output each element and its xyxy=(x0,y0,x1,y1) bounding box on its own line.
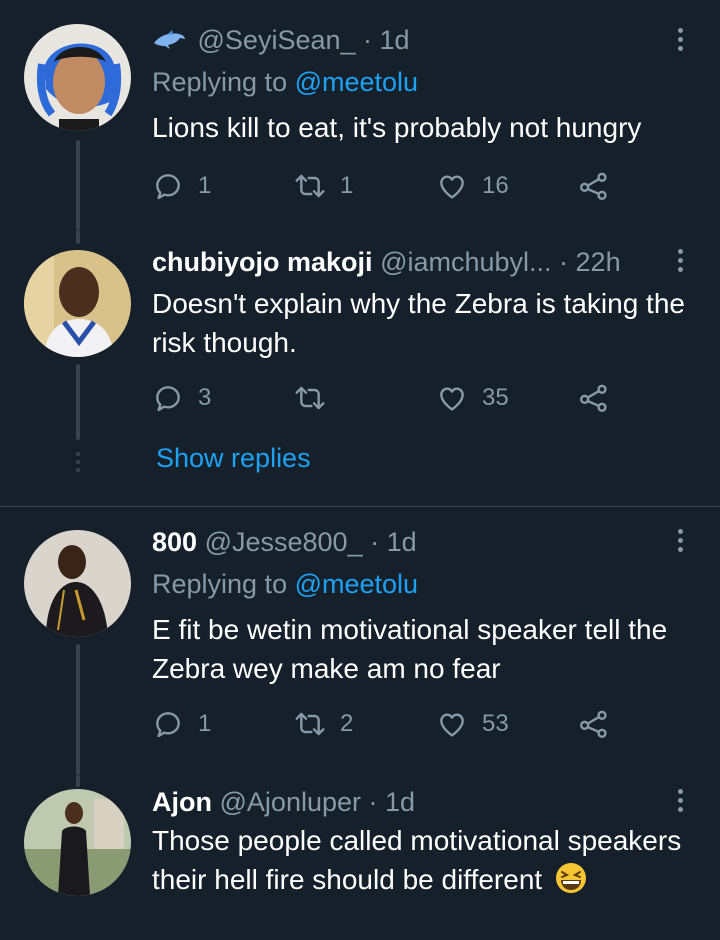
tweet-text: Those people called motivational speaker… xyxy=(152,821,692,905)
retweet-icon xyxy=(294,708,326,740)
timestamp[interactable]: · 1d xyxy=(369,787,416,817)
replying-label: Replying to xyxy=(152,569,288,599)
replying-to: Replying to @meetolu xyxy=(152,568,418,600)
tweet-header: 800 @Jesse800_ · 1d xyxy=(152,526,417,558)
avatar[interactable] xyxy=(24,789,131,896)
retweet-icon xyxy=(294,382,326,414)
tweet[interactable]: 800 @Jesse800_ · 1d Replying to @meetolu… xyxy=(0,507,720,775)
more-options-icon[interactable] xyxy=(670,526,690,558)
user-name[interactable]: Ajon xyxy=(152,787,212,817)
share-button[interactable] xyxy=(578,704,624,744)
reply-count: 1 xyxy=(198,172,212,199)
like-button[interactable]: 16 xyxy=(436,166,509,206)
avatar[interactable] xyxy=(24,250,131,357)
retweet-count: 1 xyxy=(340,172,354,199)
like-count: 35 xyxy=(482,384,509,411)
like-count: 53 xyxy=(482,710,509,737)
reply-button[interactable]: 1 xyxy=(152,704,211,744)
tweet[interactable]: @SeyiSean_ · 1d Replying to @meetolu Lio… xyxy=(0,0,720,230)
tweet-header: Ajon @Ajonluper · 1d xyxy=(152,786,415,818)
share-icon xyxy=(578,708,610,740)
mention-link[interactable]: @meetolu xyxy=(295,569,418,599)
tweet-header: chubiyojo makoji @iamchubyl... · 22h xyxy=(152,246,621,278)
reply-icon xyxy=(152,708,184,740)
tweet-header: @SeyiSean_ · 1d xyxy=(152,24,410,58)
user-name[interactable]: chubiyojo makoji xyxy=(152,247,373,277)
reply-count: 3 xyxy=(198,384,212,411)
reply-count: 1 xyxy=(198,710,212,737)
timestamp[interactable]: · 1d xyxy=(363,25,410,55)
replying-to: Replying to @meetolu xyxy=(152,66,418,98)
tweet-text: Doesn't explain why the Zebra is taking … xyxy=(152,288,685,358)
like-icon xyxy=(436,382,468,414)
tweet[interactable]: chubiyojo makoji @iamchubyl... · 22h Doe… xyxy=(0,230,720,506)
replying-label: Replying to xyxy=(152,67,288,97)
share-icon xyxy=(578,382,610,414)
timestamp[interactable]: · 1d xyxy=(370,527,417,557)
retweet-count: 2 xyxy=(340,710,354,737)
user-handle[interactable]: @Jesse800_ xyxy=(205,527,363,557)
avatar[interactable] xyxy=(24,24,131,131)
tweet-actions: 3 35 xyxy=(152,378,622,418)
like-icon xyxy=(436,170,468,202)
share-button[interactable] xyxy=(578,166,624,206)
user-name[interactable]: 800 xyxy=(152,527,197,557)
reply-button[interactable]: 3 xyxy=(152,378,211,418)
more-options-icon[interactable] xyxy=(670,246,690,278)
retweet-button[interactable] xyxy=(294,378,340,418)
tweet-text: Lions kill to eat, it's probably not hun… xyxy=(152,112,642,143)
tweet-text: E fit be wetin motivational speaker tell… xyxy=(152,614,668,684)
tweet-text-body: Those people called motivational speaker… xyxy=(152,825,682,895)
tweet-actions: 1 1 16 xyxy=(152,166,622,206)
user-handle[interactable]: @iamchubyl... xyxy=(380,247,551,277)
reply-icon xyxy=(152,382,184,414)
grinning-squinting-face-icon xyxy=(554,861,588,905)
retweet-button[interactable]: 1 xyxy=(294,166,353,206)
retweet-icon xyxy=(294,170,326,202)
like-count: 16 xyxy=(482,172,509,199)
mention-link[interactable]: @meetolu xyxy=(295,67,418,97)
tweet-actions: 1 2 53 xyxy=(152,704,622,744)
share-button[interactable] xyxy=(578,378,624,418)
more-options-icon[interactable] xyxy=(670,786,690,818)
like-button[interactable]: 35 xyxy=(436,378,509,418)
user-handle[interactable]: @Ajonluper xyxy=(220,787,362,817)
reply-icon xyxy=(152,170,184,202)
timestamp[interactable]: · 22h xyxy=(559,247,621,277)
like-icon xyxy=(436,708,468,740)
show-replies-link[interactable]: Show replies xyxy=(156,443,311,474)
avatar[interactable] xyxy=(24,530,131,637)
reply-button[interactable]: 1 xyxy=(152,166,211,206)
retweet-button[interactable]: 2 xyxy=(294,704,353,744)
dolphin-icon xyxy=(152,26,190,58)
share-icon xyxy=(578,170,610,202)
more-options-icon[interactable] xyxy=(670,25,690,57)
tweet[interactable]: Ajon @Ajonluper · 1d Those people called… xyxy=(0,775,720,940)
user-handle[interactable]: @SeyiSean_ xyxy=(198,25,356,55)
like-button[interactable]: 53 xyxy=(436,704,509,744)
